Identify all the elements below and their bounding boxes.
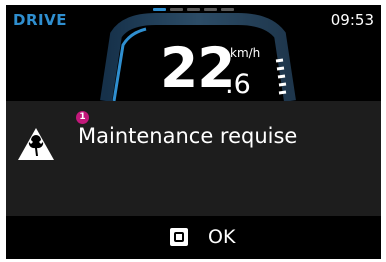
alert-message: Maintenance requise — [78, 124, 298, 148]
wrench-warning-icon — [18, 128, 54, 160]
display-screen: DRIVE 09:53 22 km/h .6 1 Maintenance req… — [6, 5, 381, 259]
page-dot — [187, 8, 200, 11]
page-dot — [204, 8, 217, 11]
speed-value-integer: 22 — [160, 36, 236, 100]
ok-button-label: OK — [208, 226, 236, 248]
page-dot — [170, 8, 183, 11]
maintenance-alert: 1 Maintenance requise — [6, 101, 381, 216]
speed-value-decimal: .6 — [225, 69, 251, 100]
ok-button[interactable]: OK — [6, 216, 381, 259]
page-dot — [221, 8, 234, 11]
square-button-icon — [170, 228, 188, 246]
drive-mode-label: DRIVE — [13, 11, 67, 29]
clock: 09:53 — [330, 11, 374, 29]
page-dot-active — [153, 8, 166, 11]
speed-unit: km/h — [230, 46, 261, 60]
